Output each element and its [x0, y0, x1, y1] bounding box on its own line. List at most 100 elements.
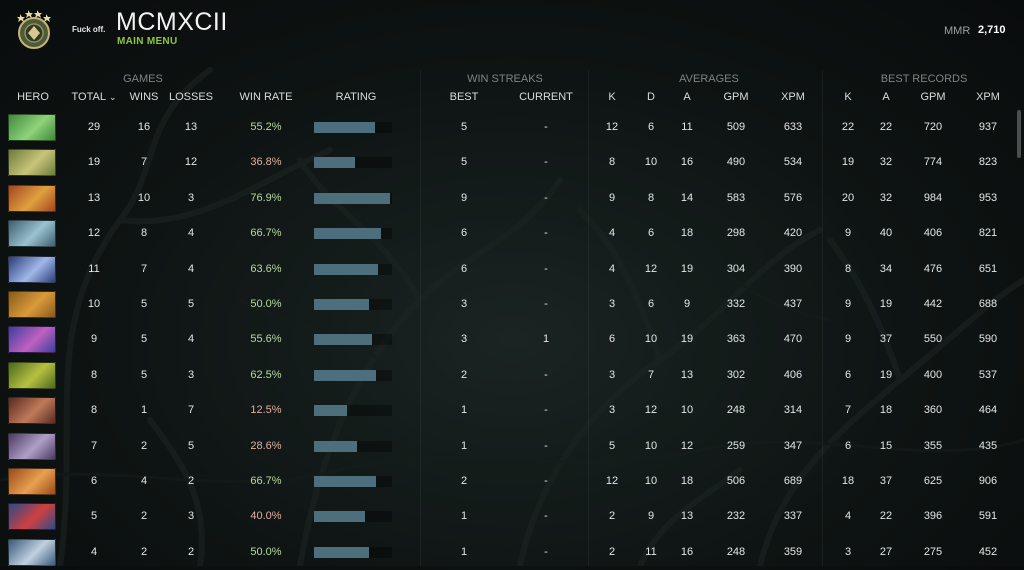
best-kills-cell: 22: [841, 121, 855, 133]
best-streak-cell: 6: [460, 262, 468, 275]
header-losses[interactable]: LOSSES: [166, 91, 216, 103]
wins-cell: 7: [140, 156, 148, 169]
table-row[interactable]: 7 2 5 28.6% 1 - 5 10 12 259 347 6 15 355 435: [0, 429, 1024, 464]
hero-portrait[interactable]: [8, 468, 56, 495]
hero-portrait[interactable]: [8, 220, 56, 248]
header-wins[interactable]: WINS: [120, 91, 168, 103]
header-avg-gpm[interactable]: GPM: [718, 91, 754, 103]
avg-deaths-cell: 10: [644, 156, 658, 169]
table-row[interactable]: 5 2 3 40.0% 1 - 2 9 13 232 337 4 22 396 591: [0, 499, 1024, 534]
hero-portrait[interactable]: [8, 432, 56, 460]
table-row[interactable]: 6 4 2 66.7% 2 - 12 10 18 506 689 18 37 625 906: [0, 464, 1024, 499]
header-best-streak[interactable]: BEST: [440, 91, 488, 103]
best-streak-cell: 1: [460, 545, 468, 558]
username-small: Fuck off.: [72, 25, 106, 34]
table-row[interactable]: 19 7 12 36.8% 5 - 8 10 16 490 534 19 32 774 823: [0, 145, 1024, 180]
header-hero[interactable]: HERO: [8, 91, 58, 103]
table-row[interactable]: 10 5 5 50.0% 3 - 3 6 9 332 437 9 19 442 688: [0, 287, 1024, 322]
losses-cell: 12: [184, 156, 198, 169]
losses-cell: 2: [187, 545, 195, 558]
total-cell: 8: [90, 404, 98, 417]
losses-cell: 3: [187, 368, 195, 381]
header-avg-d[interactable]: D: [641, 91, 661, 103]
avg-xpm-cell: 347: [783, 439, 803, 452]
table-row[interactable]: 4 2 2 50.0% 1 - 2 11 16 248 359 3 27 275 452: [0, 535, 1024, 570]
table-row[interactable]: 13 10 3 76.9% 9 - 9 8 14 583 576 20 32 984 953: [0, 181, 1024, 216]
losses-cell: 5: [187, 439, 195, 452]
best-streak-cell: 3: [460, 298, 468, 310]
win-rate-cell: 50.0%: [250, 298, 282, 310]
avg-kills-cell: 3: [608, 404, 616, 417]
main-menu-link[interactable]: MAIN MENU: [117, 36, 177, 47]
avg-assists-cell: 13: [680, 510, 694, 523]
best-gpm-cell: 550: [923, 333, 943, 346]
table-row[interactable]: 9 5 4 55.6% 3 1 6 10 19 363 470 9 37 550 590: [0, 322, 1024, 357]
header-current-streak[interactable]: CURRENT: [514, 91, 578, 103]
hero-portrait[interactable]: [8, 114, 56, 141]
best-kills-cell: 20: [841, 191, 855, 204]
rating-bar-fill: [314, 263, 378, 275]
table-row[interactable]: 29 16 13 55.2% 5 - 12 6 11 509 633 22 22 720 937: [0, 110, 1024, 145]
header-best-a[interactable]: A: [876, 91, 896, 103]
hero-portrait[interactable]: [8, 255, 56, 283]
wins-cell: 5: [140, 333, 148, 346]
total-cell: 7: [90, 439, 98, 452]
best-streak-cell: 1: [460, 439, 468, 452]
table-row[interactable]: 11 7 4 63.6% 6 - 4 12 19 304 390 8 34 476 651: [0, 252, 1024, 287]
win-rate-cell: 40.0%: [250, 510, 282, 523]
hero-portrait[interactable]: [8, 503, 56, 531]
header-best-gpm[interactable]: GPM: [915, 91, 951, 103]
hero-portrait[interactable]: [8, 397, 56, 425]
header-win-rate[interactable]: WIN RATE: [230, 91, 302, 103]
wins-cell: 2: [140, 545, 148, 558]
avg-deaths-cell: 10: [644, 475, 658, 487]
total-cell: 8: [90, 368, 98, 381]
best-xpm-cell: 452: [978, 545, 998, 558]
best-assists-cell: 27: [879, 545, 893, 558]
hero-portrait[interactable]: [8, 184, 56, 212]
rating-bar: [314, 405, 392, 417]
hero-portrait[interactable]: [8, 149, 56, 177]
rating-bar: [314, 511, 392, 523]
group-best-records: BEST RECORDS: [880, 73, 968, 85]
table-row[interactable]: 8 1 7 12.5% 1 - 3 12 10 248 314 7 18 360 464: [0, 393, 1024, 428]
best-gpm-cell: 360: [923, 404, 943, 417]
scrollbar[interactable]: [1017, 110, 1021, 158]
hero-portrait[interactable]: [8, 291, 56, 318]
win-rate-cell: 76.9%: [250, 191, 282, 204]
current-streak-cell: -: [544, 439, 548, 452]
header-avg-k[interactable]: K: [602, 91, 622, 103]
header-total[interactable]: TOTAL ⌄: [70, 91, 118, 103]
avg-gpm-cell: 232: [726, 510, 746, 523]
best-assists-cell: 15: [879, 439, 893, 452]
losses-cell: 4: [187, 333, 195, 346]
total-cell: 29: [87, 121, 101, 133]
best-gpm-cell: 275: [923, 545, 943, 558]
avg-gpm-cell: 332: [726, 298, 746, 310]
best-gpm-cell: 720: [923, 121, 943, 133]
header-best-xpm[interactable]: XPM: [970, 91, 1006, 103]
best-streak-cell: 1: [460, 404, 468, 417]
hero-portrait[interactable]: [8, 361, 56, 389]
table-row[interactable]: 12 8 4 66.7% 6 - 4 6 18 298 420 9 40 406 821: [0, 216, 1024, 251]
current-streak-cell: -: [544, 156, 548, 169]
rating-bar: [314, 157, 392, 169]
avg-assists-cell: 18: [680, 475, 694, 487]
header-rating[interactable]: RATING: [326, 91, 386, 103]
table-row[interactable]: 8 5 3 62.5% 2 - 3 7 13 302 406 6 19 400 537: [0, 358, 1024, 393]
header-avg-a[interactable]: A: [677, 91, 697, 103]
rating-bar: [314, 334, 392, 346]
best-gpm-cell: 774: [923, 156, 943, 169]
best-assists-cell: 19: [879, 298, 893, 310]
hero-portrait[interactable]: [8, 326, 56, 354]
rating-bar: [314, 122, 392, 133]
rating-bar-fill: [314, 405, 347, 417]
hero-portrait[interactable]: [8, 538, 56, 566]
header-avg-xpm[interactable]: XPM: [775, 91, 811, 103]
win-rate-cell: 55.2%: [250, 121, 282, 133]
header-best-k[interactable]: K: [838, 91, 858, 103]
header: Fuck off. MCMXCII MAIN MENU MMR 2,710: [0, 0, 1024, 62]
best-gpm-cell: 984: [923, 191, 943, 204]
avg-xpm-cell: 470: [783, 333, 803, 346]
best-assists-cell: 32: [879, 156, 893, 169]
